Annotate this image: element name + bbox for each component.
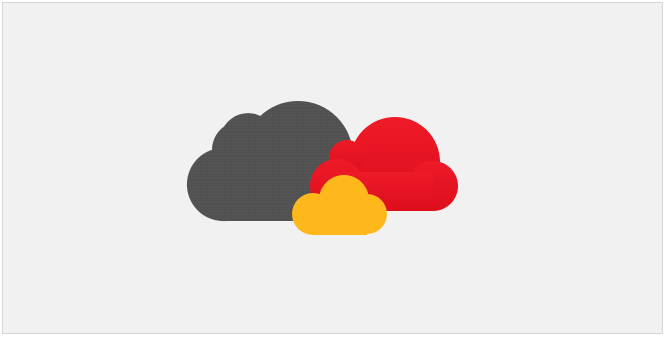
cloud-illustration	[186, 101, 458, 235]
